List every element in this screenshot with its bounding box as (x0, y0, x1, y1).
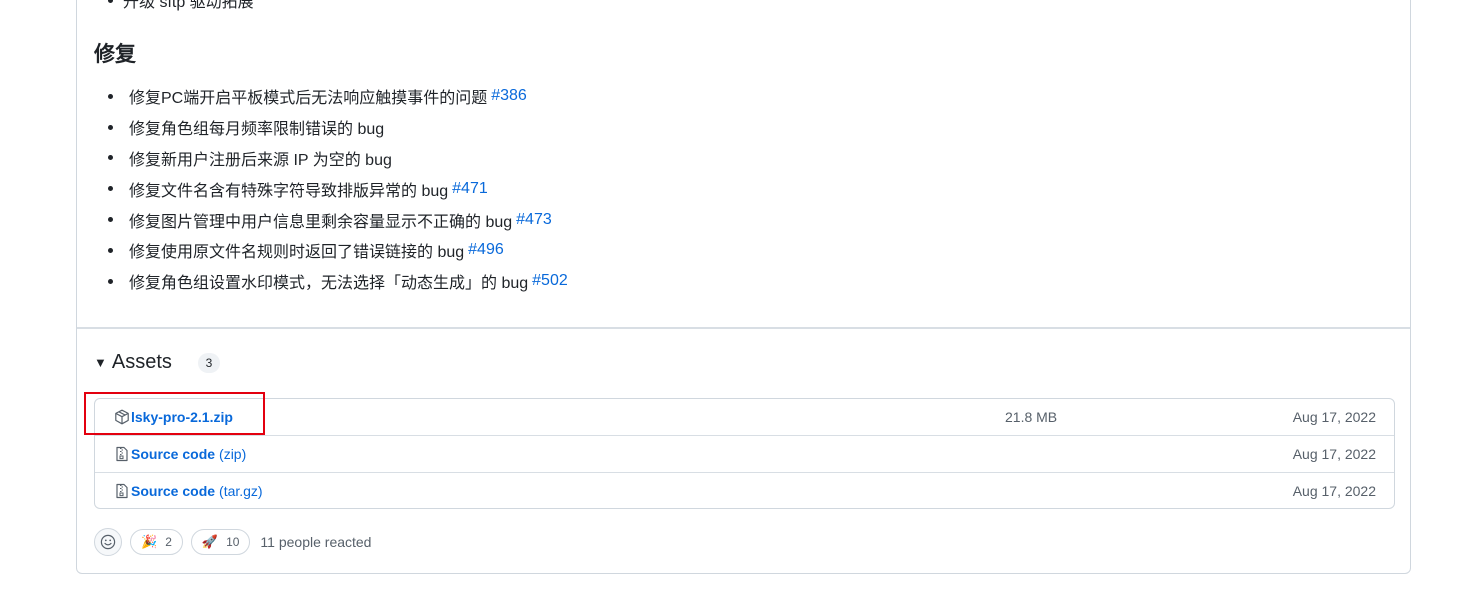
triangle-down-icon: ▼ (94, 355, 107, 370)
bullet (108, 93, 113, 99)
fix-item: 修复角色组设置水印模式，无法选择「动态生成」的 bug #502 (108, 266, 568, 297)
fix-item: 修复使用原文件名规则时返回了错误链接的 bug #496 (108, 235, 568, 266)
assets-title: Assets (111, 351, 172, 373)
asset-name: Source code (131, 446, 216, 462)
smiley-icon (100, 534, 116, 550)
bullet (108, 186, 113, 192)
reactions-bar: 🎉 2 🚀 10 11 people reacted (94, 528, 371, 556)
reaction-count: 10 (226, 535, 240, 549)
bullet (108, 124, 113, 130)
issue-link[interactable]: #496 (468, 241, 504, 259)
asset-row: Source code (tar.gz) Aug 17, 2022 (95, 472, 1394, 508)
assets-list: lsky-pro-2.1.zip 21.8 MB Aug 17, 2022 So… (94, 398, 1395, 509)
previous-list-item: 升级 sftp 驱动拓展 (108, 0, 254, 12)
bullet (108, 247, 113, 253)
fix-item: 修复图片管理中用户信息里剩余容量显示不正确的 bug #473 (108, 204, 568, 235)
issue-link[interactable]: #473 (516, 211, 552, 229)
file-zip-icon (116, 483, 128, 499)
fix-item: 修复PC端开启平板模式后无法响应触摸事件的问题 #386 (108, 81, 568, 112)
asset-row: Source code (zip) Aug 17, 2022 (95, 435, 1394, 472)
asset-row: lsky-pro-2.1.zip 21.8 MB Aug 17, 2022 (95, 399, 1394, 435)
bullet (108, 0, 113, 3)
fix-text: 修复使用原文件名规则时返回了错误链接的 bug (129, 244, 465, 262)
reaction-hooray-button[interactable]: 🎉 2 (130, 529, 183, 555)
assets-count-badge: 3 (197, 352, 220, 373)
asset-date: Aug 17, 2022 (1292, 446, 1376, 462)
asset-link[interactable]: Source code (tar.gz) (131, 483, 263, 499)
fix-text: 修复PC端开启平板模式后无法响应触摸事件的问题 (129, 90, 488, 108)
asset-name: Source code (131, 483, 216, 499)
asset-format: (zip) (219, 446, 247, 462)
reaction-count: 2 (165, 535, 172, 549)
party-popper-icon: 🎉 (141, 534, 158, 549)
fix-list: 修复PC端开启平板模式后无法响应触摸事件的问题 #386 修复角色组每月频率限制错… (108, 81, 568, 297)
rocket-icon: 🚀 (201, 534, 219, 549)
file-zip-icon (116, 446, 128, 462)
add-reaction-button[interactable] (94, 528, 122, 556)
highlight-box (84, 392, 265, 435)
fix-text: 修复角色组设置水印模式，无法选择「动态生成」的 bug (129, 275, 529, 293)
issue-link[interactable]: #386 (491, 87, 527, 105)
fix-text: 修复文件名含有特殊字符导致排版异常的 bug (129, 182, 449, 200)
bullet (108, 278, 113, 284)
fix-text: 修复新用户注册后来源 IP 为空的 bug (129, 151, 392, 169)
reaction-summary: 11 people reacted (260, 534, 372, 550)
asset-size: 21.8 MB (1005, 409, 1058, 425)
asset-date: Aug 17, 2022 (1292, 483, 1376, 499)
asset-date: Aug 17, 2022 (1292, 409, 1376, 425)
assets-toggle[interactable]: ▼ Assets 3 (94, 351, 220, 374)
section-divider (77, 327, 1410, 329)
fix-item: 修复新用户注册后来源 IP 为空的 bug (108, 143, 568, 174)
bullet (108, 217, 113, 223)
fix-heading: 修复 (94, 43, 136, 66)
fix-item: 修复角色组每月频率限制错误的 bug (108, 112, 568, 143)
reaction-rocket-button[interactable]: 🚀 10 (190, 529, 251, 555)
asset-link[interactable]: Source code (zip) (131, 446, 246, 462)
previous-item-text: 升级 sftp 驱动拓展 (123, 0, 254, 11)
bullet (108, 155, 113, 161)
fix-text: 修复角色组每月频率限制错误的 bug (129, 121, 385, 139)
fix-item: 修复文件名含有特殊字符导致排版异常的 bug #471 (108, 173, 568, 204)
asset-format: (tar.gz) (219, 483, 263, 499)
fix-text: 修复图片管理中用户信息里剩余容量显示不正确的 bug (129, 213, 513, 231)
issue-link[interactable]: #471 (452, 180, 488, 198)
issue-link[interactable]: #502 (532, 272, 568, 290)
